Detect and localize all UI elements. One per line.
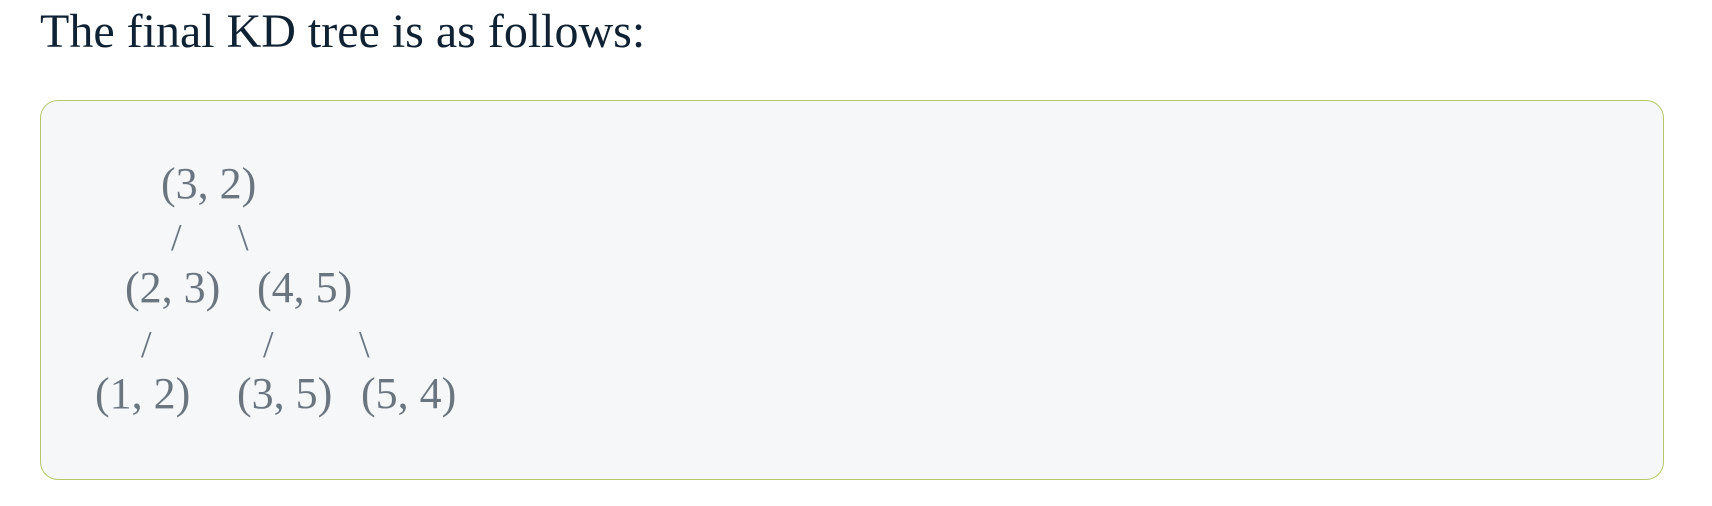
tree-edge-root-right: \	[238, 217, 249, 259]
tree-edge-right-right-child: \	[359, 324, 370, 366]
page-heading: The final KD tree is as follows:	[40, 5, 646, 58]
tree-node-right: (4, 5)	[257, 263, 353, 312]
tree-node-leaf-1: (1, 2)	[95, 369, 191, 418]
tree-node-root: (3, 2)	[161, 159, 257, 208]
tree-node-left: (2, 3)	[125, 263, 221, 312]
kd-tree-block: (3, 2) / \ (2, 3) (4, 5) / / \ (1, 2) (3…	[40, 100, 1664, 480]
tree-edge-left-child: /	[141, 324, 152, 366]
tree-node-leaf-2: (3, 5)	[237, 369, 333, 418]
tree-edge-root-left: /	[171, 217, 182, 259]
tree-edge-right-left-child: /	[263, 324, 274, 366]
tree-node-leaf-3: (5, 4)	[361, 369, 457, 418]
